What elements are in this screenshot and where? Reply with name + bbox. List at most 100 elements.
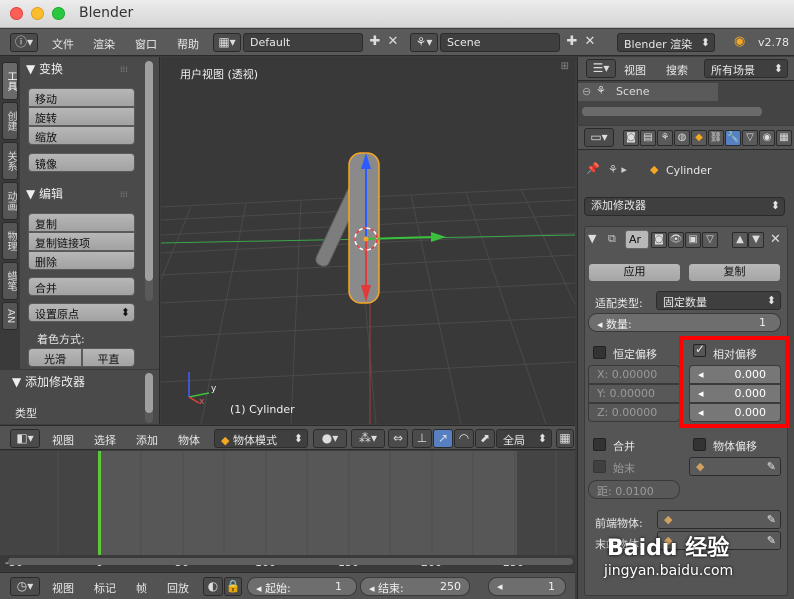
panel-edit-header[interactable]: ▼ 编辑 <box>26 185 63 202</box>
tab-tools[interactable]: 工具 <box>2 62 18 100</box>
copy-button[interactable]: 复制 <box>688 263 781 282</box>
start-frame-field[interactable]: ◂ 起始: 1 <box>247 577 357 596</box>
outliner-row-scene[interactable]: ⊖ ⚘ Scene <box>578 83 718 101</box>
editmode-visibility-icon[interactable]: ▣ <box>685 232 701 248</box>
end-frame-field[interactable]: ◂ 结束: 250 <box>360 577 470 596</box>
world-tab-icon[interactable]: ◍ <box>674 130 690 146</box>
close-window-button[interactable] <box>10 7 23 20</box>
shade-flat-button[interactable]: 平直 <box>82 348 135 367</box>
timeline-menu-marker[interactable]: 标记 <box>94 580 116 596</box>
viewport-visibility-icon[interactable]: 👁 <box>668 232 684 248</box>
outliner-display-mode[interactable]: 所有场景 ⬍ <box>704 59 788 78</box>
render-layers-tab-icon[interactable]: ▤ <box>640 130 656 146</box>
current-frame-field[interactable]: ◂ 1 <box>488 577 566 596</box>
timeline-menu-view[interactable]: 视图 <box>52 580 74 596</box>
scale-button[interactable]: 缩放 <box>28 126 135 145</box>
corner-split-icon[interactable]: ⊞ <box>561 61 569 72</box>
menu-help[interactable]: 帮助 <box>177 36 199 52</box>
duplicate-button[interactable]: 复制 <box>28 213 135 232</box>
current-frame-indicator[interactable] <box>98 451 101 555</box>
pin-icon[interactable]: 📌 <box>586 162 600 175</box>
move-up-icon[interactable]: ▲ <box>732 232 748 248</box>
tab-grease-pencil[interactable]: 蜡笔 <box>2 262 18 300</box>
eyedropper-icon[interactable]: ✎ <box>767 534 776 547</box>
add-scene-icon[interactable]: ✚ <box>564 34 580 50</box>
tool-shelf-scrollbar[interactable] <box>145 61 153 301</box>
scene-field[interactable]: Scene <box>440 33 560 52</box>
constant-offset-checkbox[interactable] <box>593 346 606 359</box>
constant-offset-z[interactable]: Z: 0.00000 <box>588 403 680 422</box>
count-field[interactable]: ◂ 数量: 1 <box>588 313 781 332</box>
zoom-window-button[interactable] <box>52 7 65 20</box>
menu-render[interactable]: 渲染 <box>93 36 115 52</box>
3d-viewport[interactable]: 用户视图 (透视) y x (1) Cylinder ⊞ <box>161 57 575 424</box>
apply-button[interactable]: 应用 <box>588 263 681 282</box>
menu-file[interactable]: 文件 <box>52 36 74 52</box>
render-engine-select[interactable]: Blender 渲染 ⬍ <box>617 33 715 52</box>
scene-browse[interactable]: ⚘▾ <box>410 33 438 52</box>
start-cap-field[interactable]: ◆ ✎ <box>657 510 781 529</box>
properties-editor-type[interactable]: ▭▾ <box>584 128 614 147</box>
timeline-editor[interactable]: -50 0 50 100 150 200 250 <box>0 451 575 571</box>
remove-modifier-icon[interactable]: ✕ <box>770 232 781 247</box>
manipulator-toggle[interactable]: ⇔ <box>388 429 408 448</box>
viewport-menu-select[interactable]: 选择 <box>94 432 116 448</box>
offset-object-field[interactable]: ◆ ✎ <box>689 457 781 476</box>
tab-relations[interactable]: 关系 <box>2 142 18 180</box>
drag-handle-icon[interactable]: ⁞⁞⁞ <box>120 65 128 74</box>
data-tab-icon[interactable]: ▽ <box>742 130 758 146</box>
timeline-menu-frame[interactable]: 帧 <box>136 580 147 596</box>
panel-transform-header[interactable]: ▼ 变换 <box>26 60 63 77</box>
drag-handle-icon[interactable]: ⁞⁞⁞ <box>120 190 128 199</box>
viewport-menu-view[interactable]: 视图 <box>52 432 74 448</box>
viewport-menu-object[interactable]: 物体 <box>178 432 200 448</box>
manipulator-scale[interactable]: ⬈ <box>475 429 495 448</box>
delete-scene-icon[interactable]: ✕ <box>582 34 598 50</box>
object-tab-icon[interactable]: ◆ <box>691 130 707 146</box>
mirror-button[interactable]: 镜像 <box>28 153 135 172</box>
outliner-scrollbar[interactable] <box>582 107 762 116</box>
duplicate-linked-button[interactable]: 复制链接项 <box>28 232 135 251</box>
delete-button[interactable]: 删除 <box>28 251 135 270</box>
render-visibility-icon[interactable]: ◙ <box>651 232 667 248</box>
cage-visibility-icon[interactable]: ▽ <box>702 232 718 248</box>
object-offset-checkbox[interactable] <box>693 438 706 451</box>
shade-smooth-button[interactable]: 光滑 <box>28 348 82 367</box>
set-origin-select[interactable]: 设置原点 ⬍ <box>28 303 135 322</box>
scene-tab-icon[interactable]: ⚘ <box>657 130 673 146</box>
tab-animation[interactable]: 动画 <box>2 182 18 220</box>
outliner-menu-view[interactable]: 视图 <box>624 62 646 78</box>
outliner-editor-type[interactable]: ☰▾ <box>586 59 616 78</box>
collapse-arrow-icon[interactable]: ▼ <box>588 232 596 245</box>
collapse-icon[interactable]: ⊖ <box>582 85 591 98</box>
mode-select[interactable]: ◆ 物体模式 ⬍ <box>214 429 308 448</box>
tool-shelf-scrollbar-lower-thumb[interactable] <box>145 373 153 413</box>
tool-shelf-scrollbar-lower[interactable] <box>145 373 153 423</box>
first-last-checkbox[interactable] <box>593 460 606 473</box>
constraints-tab-icon[interactable]: ⛓ <box>708 130 724 146</box>
delete-layout-icon[interactable]: ✕ <box>385 34 401 50</box>
move-down-icon[interactable]: ▼ <box>748 232 764 248</box>
tool-shelf-scrollbar-thumb[interactable] <box>145 61 153 281</box>
add-layout-icon[interactable]: ✚ <box>367 34 383 50</box>
lock-range-toggle[interactable]: 🔒 <box>224 577 242 596</box>
merge-checkbox[interactable] <box>593 438 606 451</box>
eyedropper-icon[interactable]: ✎ <box>767 460 776 473</box>
add-modifier-select[interactable]: 添加修改器 ⬍ <box>584 197 785 216</box>
layers-button[interactable]: ▦ <box>556 429 574 448</box>
panel-add-modifier-header[interactable]: ▼ 添加修改器 <box>12 373 85 390</box>
tab-physics[interactable]: 物理 <box>2 222 18 260</box>
pivot-point-select[interactable]: ⁂▾ <box>351 429 385 448</box>
tab-an[interactable]: AN <box>2 302 18 330</box>
manipulator-translate-active[interactable]: ↗ <box>433 429 453 448</box>
modifier-name-field[interactable]: Ar <box>625 230 649 249</box>
shading-mode-select[interactable]: ●▾ <box>313 429 347 448</box>
outliner-menu-search[interactable]: 搜索 <box>666 62 688 78</box>
screen-layout-field[interactable]: Default <box>243 33 363 52</box>
minimize-window-button[interactable] <box>31 7 44 20</box>
tab-create[interactable]: 创建 <box>2 102 18 140</box>
timeline-scrollbar[interactable] <box>8 558 573 565</box>
eyedropper-icon[interactable]: ✎ <box>767 513 776 526</box>
merge-distance-field[interactable]: 距: 0.0100 <box>588 480 680 499</box>
manipulator-translate[interactable]: ⊥ <box>412 429 432 448</box>
